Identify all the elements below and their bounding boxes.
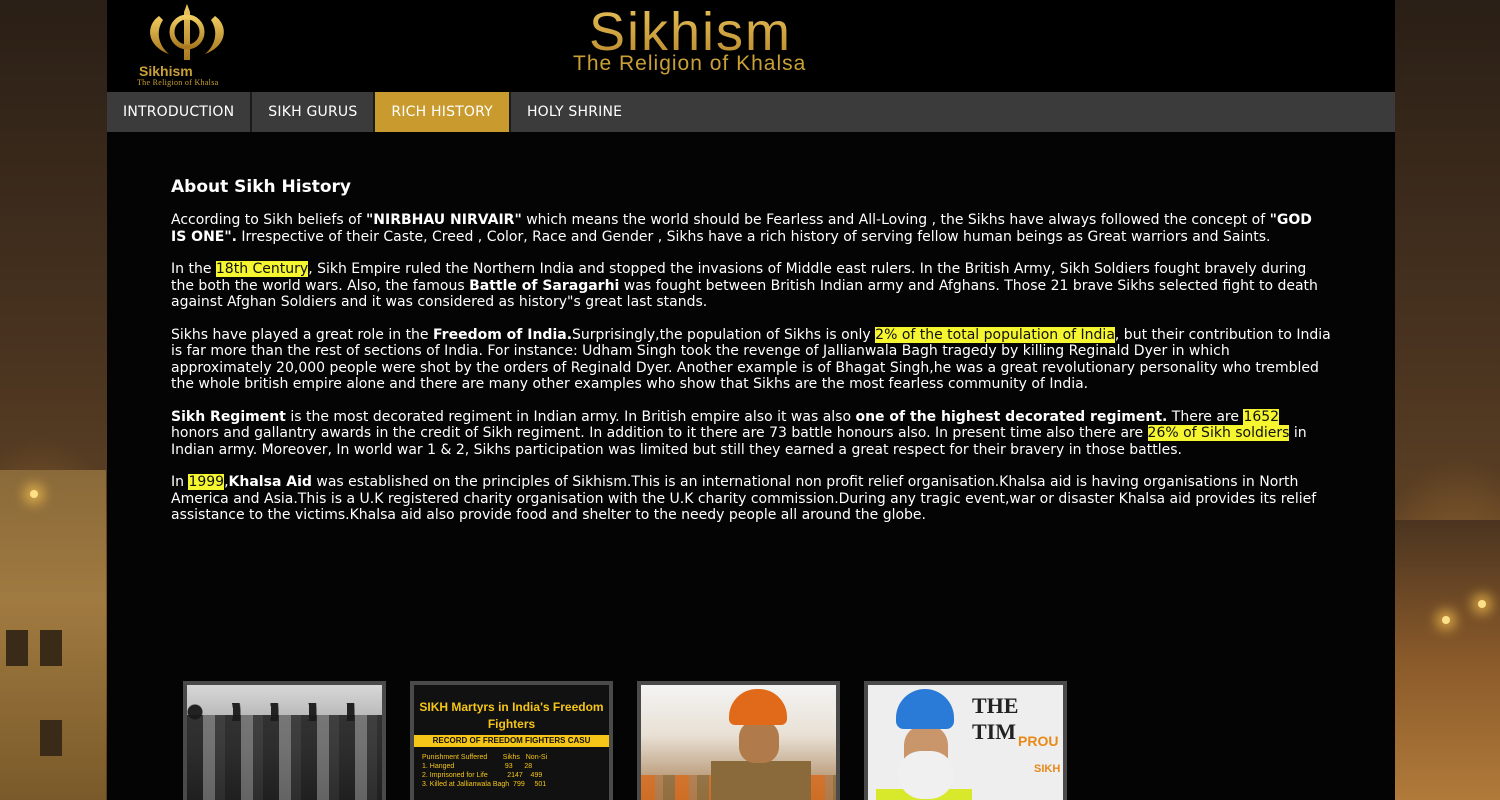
- site-header: Sikhism The Religion of Khalsa Sikhism T…: [107, 0, 1395, 92]
- text-span: Irrespective of their Caste, Creed , Col…: [236, 228, 1271, 245]
- nav-item-introduction[interactable]: INTRODUCTION: [107, 92, 253, 132]
- paragraph-freedom: Sikhs have played a great role in the Fr…: [171, 326, 1331, 393]
- image-gallery: SIKH Martyrs in India's Freedom Fighters…: [183, 681, 1067, 800]
- bold-text: "NIRBHAU NIRVAIR": [366, 212, 522, 228]
- bold-text: one of the highest decorated regiment.: [855, 408, 1168, 425]
- poster-row: 1. Hanged 93 28: [422, 763, 533, 770]
- bold-text: Freedom of India.: [433, 326, 573, 343]
- text-span: is the most decorated regiment in Indian…: [285, 408, 856, 425]
- highlight-1999: 1999: [188, 474, 225, 490]
- text-span: There are: [1167, 408, 1244, 425]
- paragraph-regiment: Sikh Regiment is the most decorated regi…: [171, 408, 1331, 459]
- nav-item-sikh-gurus[interactable]: SIKH GURUS: [252, 92, 376, 132]
- gallery-thumb-khalsa-aid[interactable]: THE TIM PROU SIKH: [864, 681, 1067, 800]
- text-span: was established on the principles of Sik…: [171, 474, 1317, 523]
- page-container: Sikhism The Religion of Khalsa Sikhism T…: [107, 0, 1395, 800]
- khalsa-aid-photo: THE TIM PROU SIKH: [868, 685, 1063, 800]
- highlight-population: 2% of the total population of India: [875, 326, 1115, 343]
- highlight-1652: 1652: [1243, 408, 1280, 425]
- bold-text: Sikh Regiment: [171, 408, 286, 425]
- paragraph-khalsa-aid: In 1999,Khalsa Aid was established on th…: [171, 474, 1331, 524]
- poster-row: Punishment Suffered Sikhs Non-Si: [422, 754, 548, 761]
- text-span: honors and gallantry awards in the credi…: [171, 425, 1148, 441]
- page-heading: About Sikh History: [171, 177, 351, 197]
- site-tagline: The Religion of Khalsa: [573, 52, 807, 75]
- poster-bar: RECORD OF FREEDOM FIGHTERS CASU: [414, 735, 609, 747]
- gallery-thumb-regiment-parade[interactable]: [637, 681, 840, 800]
- newspaper-headline: PROU: [1018, 733, 1059, 749]
- bold-text: Battle of Saragarhi: [469, 277, 620, 294]
- main-nav: INTRODUCTION SIKH GURUS RICH HISTORY HOL…: [107, 92, 1395, 132]
- text-span: In: [171, 474, 189, 490]
- paragraph-beliefs: According to Sikh beliefs of "NIRBHAU NI…: [171, 212, 1331, 245]
- highlight-18th-century: 18th Century: [215, 261, 309, 277]
- text-span: which means the world should be Fearless…: [521, 212, 1270, 228]
- background-building-right: [1395, 520, 1500, 800]
- paragraph-empire: In the 18th Century, Sikh Empire ruled t…: [171, 261, 1331, 311]
- nav-item-holy-shrine[interactable]: HOLY SHRINE: [511, 92, 638, 132]
- poster-title: SIKH Martyrs in India's Freedom Fighters: [419, 700, 604, 731]
- poster-row: 3. Killed at Jallianwala Bagh 799 501: [422, 781, 547, 788]
- historic-soldiers-photo: [187, 685, 382, 800]
- text-span: According to Sikh beliefs of: [171, 212, 367, 228]
- logo-text: Sikhism: [139, 63, 193, 79]
- poster-rows: Punishment Suffered Sikhs Non-Si 1. Hang…: [422, 753, 547, 789]
- text-span: In the: [171, 261, 216, 277]
- poster-row: 2. Imprisoned for Life 2147 499: [422, 772, 543, 779]
- background-building-left: [0, 470, 106, 800]
- bold-text: Khalsa Aid: [228, 474, 312, 490]
- highlight-sikh-soldiers: 26% of Sikh soldiers: [1147, 425, 1290, 441]
- site-logo[interactable]: Sikhism The Religion of Khalsa: [121, 2, 255, 87]
- regiment-parade-photo: [641, 685, 836, 800]
- martyrs-record-poster: SIKH Martyrs in India's Freedom Fighters…: [414, 685, 609, 800]
- khanda-icon: [150, 4, 224, 60]
- text-span: Sikhs have played a great role in the: [171, 326, 433, 343]
- nav-item-rich-history[interactable]: RICH HISTORY: [375, 92, 511, 132]
- main-content: About Sikh History According to Sikh bel…: [107, 132, 1395, 800]
- newspaper-subhead: SIKH: [1034, 763, 1061, 775]
- gallery-thumb-historic-soldiers[interactable]: [183, 681, 386, 800]
- logo-subtext: The Religion of Khalsa: [137, 78, 219, 87]
- text-span: Surprisingly,the population of Sikhs is …: [572, 326, 876, 343]
- gallery-thumb-martyrs-record[interactable]: SIKH Martyrs in India's Freedom Fighters…: [410, 681, 613, 800]
